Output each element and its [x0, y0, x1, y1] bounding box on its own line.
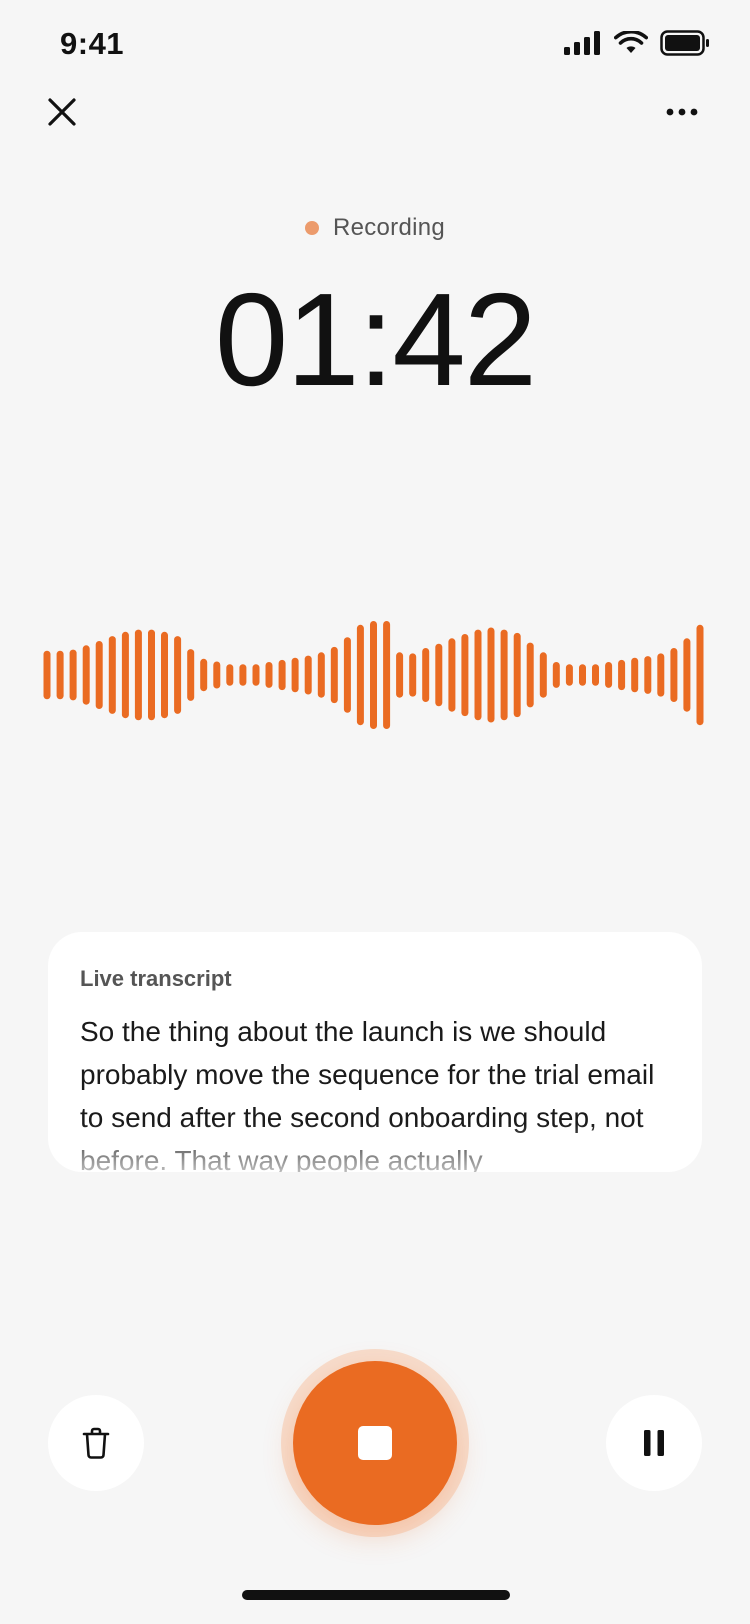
waveform-bar	[239, 664, 247, 686]
waveform-bar	[370, 621, 377, 729]
waveform-bar	[330, 646, 338, 704]
wifi-icon	[614, 31, 648, 53]
waveform-bar	[605, 662, 613, 688]
waveform-bar	[409, 653, 417, 697]
delete-button[interactable]	[48, 1395, 144, 1491]
waveform-bar	[526, 642, 534, 708]
more-button[interactable]	[654, 90, 710, 134]
waveform-bar	[95, 641, 103, 709]
stop-icon	[358, 1426, 392, 1460]
waveform-bar	[148, 629, 155, 721]
waveform-bar	[461, 634, 469, 717]
waveform-bar	[696, 624, 704, 726]
close-button[interactable]	[40, 90, 84, 134]
recording-status: Recording	[0, 214, 750, 242]
waveform-bar	[513, 632, 521, 718]
waveform-bar	[631, 657, 639, 693]
status-icons	[564, 30, 710, 56]
waveform-bar	[592, 664, 599, 686]
waveform-bar	[356, 624, 364, 726]
recording-dot-icon	[304, 221, 319, 235]
waveform-bar	[474, 629, 482, 721]
waveform-bar	[644, 656, 652, 694]
transcript-text: So the thing about the launch is we shou…	[80, 1016, 655, 1172]
waveform-bar	[552, 662, 560, 688]
waveform-bar	[383, 621, 391, 729]
transcript-card[interactable]: Live transcript So the thing about the l…	[48, 932, 702, 1172]
stop-button[interactable]	[293, 1361, 457, 1525]
waveform-bar	[565, 664, 573, 686]
waveform-bar	[134, 629, 142, 721]
recording-label: Recording	[332, 214, 446, 241]
waveform-bar	[69, 649, 77, 701]
status-bar: 9:41	[0, 0, 750, 90]
waveform-bar	[539, 652, 547, 698]
waveform-bar	[435, 643, 443, 707]
audio-waveform	[43, 621, 704, 729]
more-icon	[666, 108, 698, 116]
waveform-bar	[683, 638, 691, 712]
waveform-bar	[108, 636, 116, 714]
waveform-bar	[422, 648, 430, 702]
waveform-bar	[43, 650, 51, 700]
waveform-bar	[213, 661, 221, 689]
waveform-bar	[343, 637, 351, 713]
signal-icon	[564, 31, 600, 55]
close-icon	[48, 98, 76, 126]
waveform-bar	[487, 627, 495, 723]
waveform-bar	[187, 649, 195, 701]
waveform-bar	[56, 650, 64, 700]
pause-button[interactable]	[606, 1395, 702, 1491]
waveform-bar	[200, 658, 208, 692]
waveform-bar	[161, 631, 168, 719]
waveform-bar	[670, 648, 678, 702]
recording-controls	[0, 1340, 750, 1540]
waveform-bar	[82, 645, 90, 705]
waveform-bar	[579, 664, 586, 686]
waveform-bar	[317, 652, 325, 698]
waveform-bar	[291, 657, 299, 693]
stop-button-halo	[281, 1349, 469, 1537]
waveform-bar	[657, 653, 665, 697]
waveform-bar	[396, 652, 404, 698]
waveform-bar	[252, 664, 260, 686]
waveform-bar	[500, 629, 508, 721]
elapsed-timer: 01:42	[214, 266, 537, 413]
pause-icon	[644, 1430, 664, 1456]
waveform-bar	[174, 636, 182, 714]
waveform-bar	[618, 659, 626, 691]
waveform-bar	[226, 664, 234, 686]
trash-icon	[82, 1427, 110, 1459]
waveform-bar	[448, 638, 456, 712]
status-time: 9:41	[60, 26, 125, 61]
transcript-title: Live transcript	[80, 966, 232, 991]
battery-icon	[660, 30, 709, 56]
waveform-bar	[278, 659, 286, 691]
home-indicator	[242, 1590, 510, 1600]
waveform-bar	[304, 655, 312, 695]
waveform-bar	[265, 662, 273, 688]
waveform-bar	[121, 631, 129, 719]
top-bar	[0, 80, 750, 140]
